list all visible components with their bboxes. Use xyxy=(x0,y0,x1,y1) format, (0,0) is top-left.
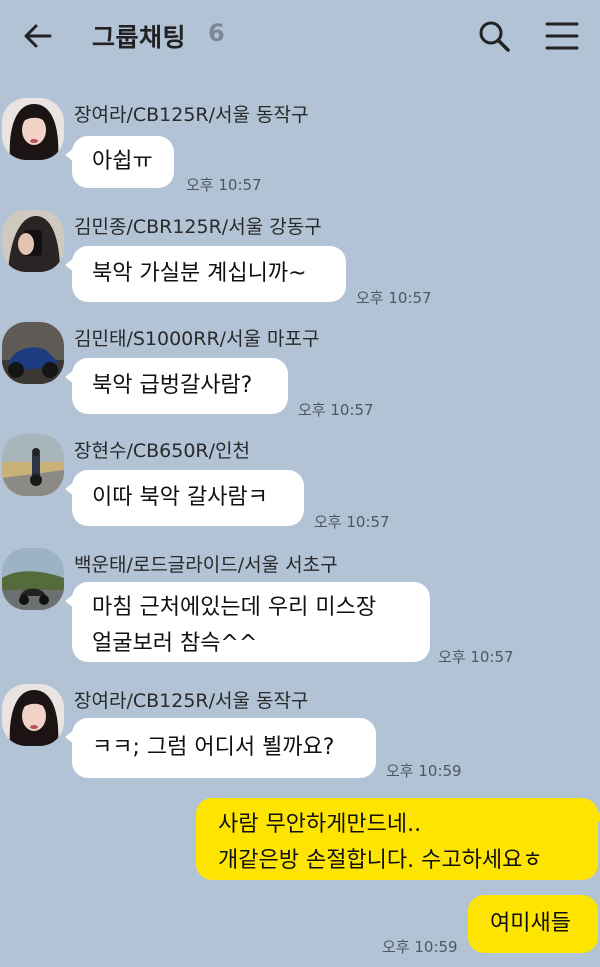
message-time: 오후 10:57 xyxy=(186,176,262,194)
avatar[interactable] xyxy=(2,98,64,160)
message-bubble[interactable]: ㅋㅋ; 그럼 어디서 뵐까요? xyxy=(65,718,376,778)
chat-title: 그룹채팅 xyxy=(92,23,187,52)
message-time: 오후 10:57 xyxy=(314,513,390,531)
message-time: 오후 10:59 xyxy=(386,762,462,780)
message-line: 마침 근처에있는데 우리 미스장 xyxy=(92,595,377,620)
sender-name: 장여라/CB125R/서울 동작구 xyxy=(74,690,309,712)
sender-name: 김민태/S1000RR/서울 마포구 xyxy=(74,328,320,350)
sender-name: 김민종/CBR125R/서울 강동구 xyxy=(74,216,322,238)
avatar[interactable] xyxy=(2,434,64,496)
message-time: 오후 10:57 xyxy=(356,289,432,307)
sender-name: 백운태/로드글라이드/서울 서초구 xyxy=(74,554,338,576)
message-bubble[interactable]: 북악 급벙갈사람? xyxy=(65,358,288,414)
message-time: 오후 10:57 xyxy=(438,648,514,666)
hamburger-menu-icon[interactable] xyxy=(544,20,580,52)
message-line: 얼굴보러 참슥^^ xyxy=(92,631,258,656)
message-bubble[interactable]: 마침 근처에있는데 우리 미스장 얼굴보러 참슥^^ xyxy=(65,582,430,662)
chat-header: 그룹채팅 6 xyxy=(0,0,600,72)
avatar[interactable] xyxy=(2,210,64,272)
sender-name: 장현수/CB650R/인천 xyxy=(74,440,250,462)
avatar[interactable] xyxy=(2,548,64,610)
message-time: 오후 10:59 xyxy=(382,938,458,956)
avatar[interactable] xyxy=(2,684,64,746)
search-icon[interactable] xyxy=(476,18,512,54)
my-message-bubble[interactable]: 여미새들 xyxy=(468,895,598,953)
message-line: 개같은방 손절합니다. 수고하세요ㅎ xyxy=(218,848,543,873)
message-bubble[interactable]: 북악 가실분 계십니까~ xyxy=(65,246,346,302)
avatar[interactable] xyxy=(2,322,64,384)
message-line: 사람 무안하게만드네.. xyxy=(218,812,422,837)
message-bubble[interactable]: 아쉽ㅠ xyxy=(65,136,174,188)
message-bubble[interactable]: 이따 북악 갈사람ㅋ xyxy=(65,470,304,526)
back-arrow-icon[interactable] xyxy=(22,20,54,52)
my-message-bubble[interactable]: 사람 무안하게만드네.. 개같은방 손절합니다. 수고하세요ㅎ xyxy=(196,798,600,880)
message-time: 오후 10:57 xyxy=(298,401,374,419)
sender-name: 장여라/CB125R/서울 동작구 xyxy=(74,104,309,126)
member-count: 6 xyxy=(208,19,225,47)
